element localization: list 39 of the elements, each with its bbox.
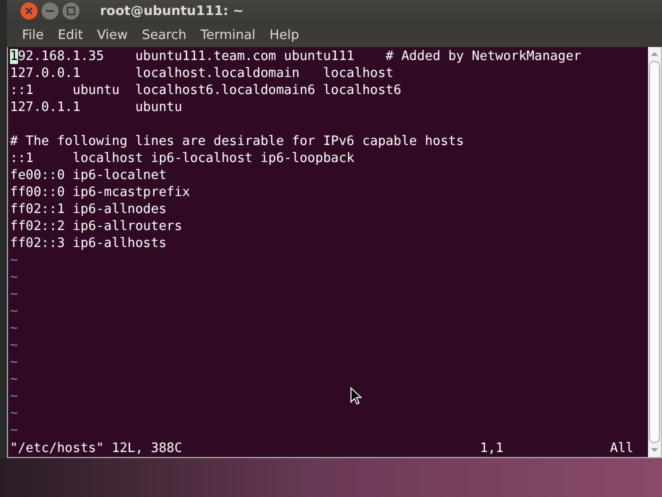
- text-line: 127.0.1.1 ubuntu: [10, 100, 182, 115]
- menu-item[interactable]: Search: [134, 28, 194, 42]
- maximize-icon[interactable]: [62, 2, 80, 20]
- text-line: 127.0.0.1 localhost.localdomain localhost: [10, 66, 394, 81]
- empty-line-marker: ~: [10, 423, 18, 438]
- menu-item[interactable]: Terminal: [193, 28, 262, 42]
- empty-line-marker: ~: [10, 287, 18, 302]
- empty-line-marker: ~: [10, 389, 18, 404]
- empty-line-marker: ~: [10, 372, 18, 387]
- scrollbar-thumb[interactable]: [649, 61, 660, 443]
- minimize-icon[interactable]: [41, 2, 59, 20]
- close-icon[interactable]: [20, 2, 38, 20]
- text-line: ff00::0 ip6-mcastprefix: [10, 185, 190, 200]
- text-line: # The following lines are desirable for IPv6 capable hosts: [10, 134, 464, 149]
- window-title: root@ubuntu111: ~: [99, 4, 244, 18]
- scroll-down-icon[interactable]: [650, 447, 659, 453]
- menu-item[interactable]: Edit: [50, 28, 90, 42]
- empty-line-marker: ~: [10, 253, 18, 268]
- mouse-pointer-icon: [350, 387, 362, 405]
- empty-line-marker: ~: [10, 406, 18, 421]
- scroll-indicator: All: [610, 440, 634, 457]
- empty-line-marker: ~: [10, 355, 18, 370]
- text-line: ff02::1 ip6-allnodes: [10, 202, 167, 217]
- scroll-up-icon[interactable]: [650, 51, 659, 57]
- text-line: ::1 localhost ip6-localhost ip6-loopback: [10, 151, 354, 166]
- text-line: ff02::3 ip6-allhosts: [10, 236, 167, 251]
- empty-line-marker: ~: [10, 321, 18, 336]
- text-line: ff02::2 ip6-allrouters: [10, 219, 182, 234]
- scrollbar[interactable]: [648, 47, 661, 457]
- text-line: fe00::0 ip6-localnet: [10, 168, 167, 183]
- empty-line-marker: ~: [10, 304, 18, 319]
- menu-item[interactable]: Help: [262, 28, 306, 42]
- status-message: "/etc/hosts" 12L, 388C: [10, 440, 184, 457]
- menu-item[interactable]: View: [90, 28, 135, 42]
- menu-item[interactable]: File: [15, 28, 51, 42]
- text-line: ::1 ubuntu localhost6.localdomain6 localhost6: [10, 83, 402, 98]
- cursor-position: 1,1: [480, 440, 504, 457]
- empty-line-marker: ~: [10, 338, 18, 353]
- empty-line-marker: ~: [10, 270, 18, 285]
